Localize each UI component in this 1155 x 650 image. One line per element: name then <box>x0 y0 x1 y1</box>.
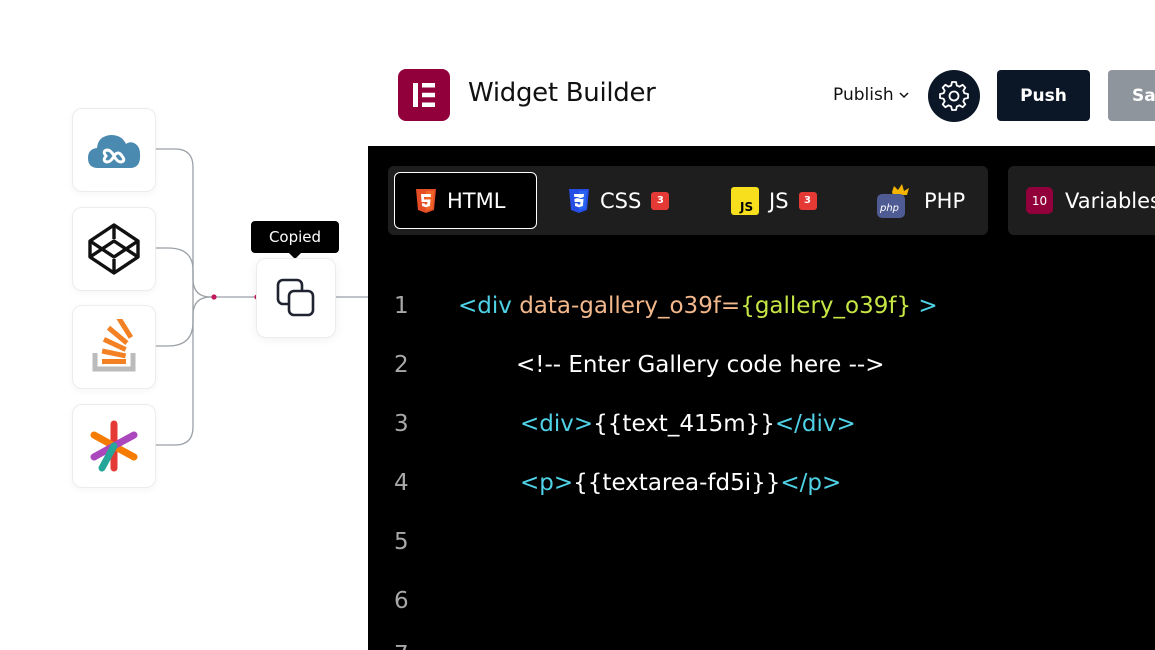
code-tag: </div> <box>774 411 856 437</box>
connector-lines <box>154 148 368 446</box>
tab-css-label: CSS <box>600 188 642 213</box>
code-line: 6 <box>368 588 1155 628</box>
copy-icon <box>276 278 315 317</box>
html5-icon <box>416 188 436 213</box>
code-tag: <div> <box>520 411 594 437</box>
stackoverflow-icon <box>92 319 136 372</box>
settings-button[interactable] <box>928 70 980 122</box>
code-line: 2 <!-- Enter Gallery code here --> <box>368 352 1155 392</box>
js-icon: JS <box>731 186 759 215</box>
publish-dropdown[interactable]: Publish <box>833 85 910 105</box>
css-error-badge: 3 <box>651 191 670 210</box>
svg-text:php: php <box>879 203 899 214</box>
gear-icon <box>939 81 969 111</box>
tab-variables-label: Variables <box>1065 188 1155 213</box>
variables-count-badge: 10 <box>1026 187 1053 214</box>
line-number: 2 <box>394 352 409 378</box>
js-error-badge: 3 <box>798 191 817 210</box>
save-button[interactable]: Sa <box>1108 70 1155 121</box>
codepen-icon <box>88 223 140 275</box>
elementor-icon <box>398 69 450 121</box>
copied-tooltip: Copied <box>251 221 339 259</box>
widget-builder-window: Widget Builder Publish Push Sa HTML CSS … <box>368 42 1155 650</box>
code-line: 1 <div data-gallery_o39f={gallery_o39f} … <box>368 293 1155 333</box>
tab-php-label: PHP <box>924 188 966 213</box>
tab-variables[interactable]: 10 Variables <box>1008 166 1155 235</box>
tab-html[interactable]: HTML <box>394 172 537 229</box>
asterisk-icon <box>90 420 138 472</box>
push-button[interactable]: Push <box>997 70 1090 121</box>
tab-php[interactable]: php PHP <box>856 172 981 229</box>
source-card-cloud[interactable] <box>72 108 156 192</box>
line-number: 5 <box>394 529 409 555</box>
tab-html-label: HTML <box>447 188 506 213</box>
source-card-asterisk[interactable] <box>72 404 156 488</box>
code-variable: {{textarea-fd5i}} <box>573 470 781 496</box>
line-number: 3 <box>394 411 409 437</box>
copy-node[interactable] <box>256 258 336 338</box>
line-number: 4 <box>394 470 409 496</box>
code-line: 3 <div>{{text_415m}}</div> <box>368 411 1155 451</box>
source-card-codepen[interactable] <box>72 207 156 291</box>
css3-icon <box>569 188 589 213</box>
code-line: 7 <box>368 642 1155 650</box>
cloud-infinity-icon <box>88 135 141 168</box>
publish-label: Publish <box>833 85 894 105</box>
language-tabs: HTML CSS 3 JS JS 3 php PHP <box>388 166 988 235</box>
code-variable: {{text_415m}} <box>593 411 775 437</box>
code-comment: <!-- Enter Gallery code here --> <box>516 352 885 378</box>
code-editor[interactable]: HTML CSS 3 JS JS 3 php PHP 10 Variables … <box>368 146 1155 650</box>
app-title: Widget Builder <box>468 78 656 108</box>
code-tag: <p> <box>520 470 574 496</box>
code-value: {gallery_o39f} <box>740 293 912 319</box>
tab-css[interactable]: CSS 3 <box>548 172 698 229</box>
svg-text:JS: JS <box>739 200 753 214</box>
php-icon: php <box>877 183 909 218</box>
code-line: 5 <box>368 529 1155 569</box>
chevron-down-icon <box>899 92 909 99</box>
line-number: 7 <box>394 642 418 650</box>
app-header: Widget Builder Publish Push Sa <box>368 42 1155 146</box>
source-card-stackoverflow[interactable] <box>72 305 156 389</box>
code-line: 4 <p>{{textarea-fd5i}}</p> <box>368 470 1155 510</box>
line-number: 1 <box>394 293 409 319</box>
code-tag: <div <box>458 293 520 319</box>
line-number: 6 <box>394 588 409 614</box>
code-tag: </p> <box>780 470 842 496</box>
code-attribute: data-gallery_o39f= <box>519 293 741 319</box>
code-tag: > <box>911 293 938 319</box>
tab-js-label: JS <box>769 188 789 213</box>
tab-js[interactable]: JS JS 3 <box>711 172 836 229</box>
